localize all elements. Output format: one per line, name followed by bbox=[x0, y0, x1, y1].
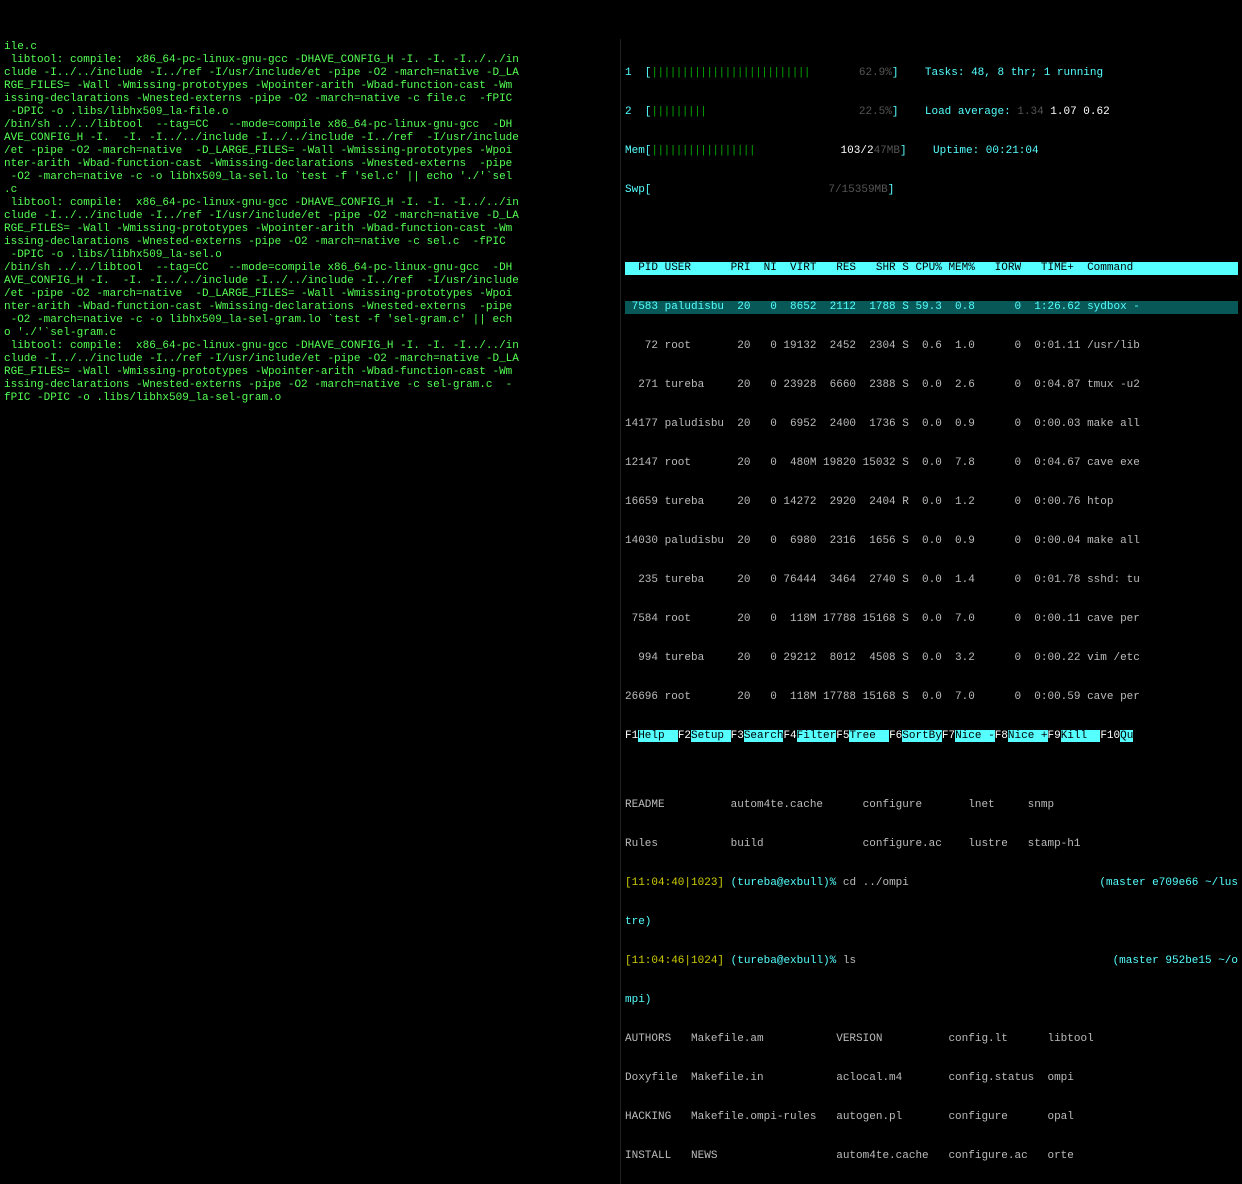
swp-close: ] bbox=[888, 184, 895, 196]
prompt-time: [11:04:40|1023] bbox=[625, 877, 724, 889]
cpu2-close: ] bbox=[892, 106, 899, 118]
prompt-user: (tureba@exbull)% bbox=[724, 955, 843, 967]
htop-row[interactable]: 14177 paludisbu 20 0 6952 2400 1736 S 0.… bbox=[625, 418, 1238, 431]
htop-pane[interactable]: 1 [|||||||||||||||||||||||||| 62.9%] Tas… bbox=[621, 39, 1242, 771]
htop-fkeys: F1Help F2Setup F3SearchF4FilterF5Tree F6… bbox=[625, 730, 1238, 743]
fkey-label[interactable]: Setup bbox=[691, 730, 731, 742]
prompt-time: [11:04:46|1024] bbox=[625, 955, 724, 967]
fkey-F6[interactable]: F6 bbox=[889, 730, 902, 742]
prompt-user: (tureba@exbull)% bbox=[724, 877, 843, 889]
fkey-F9[interactable]: F9 bbox=[1048, 730, 1061, 742]
fkey-label[interactable]: Tree bbox=[849, 730, 889, 742]
fkey-F1[interactable]: F1 bbox=[625, 730, 638, 742]
uptime-text: Uptime: 00:21:04 bbox=[933, 145, 1039, 157]
tasks-text: Tasks: 48, 8 thr; 1 running bbox=[925, 67, 1103, 79]
htop-row[interactable]: 12147 root 20 0 480M 19820 15032 S 0.0 7… bbox=[625, 457, 1238, 470]
prompt-cont: mpi) bbox=[625, 994, 1238, 1007]
fkey-label[interactable]: Kill bbox=[1061, 730, 1101, 742]
fkey-label[interactable]: Qu bbox=[1120, 730, 1133, 742]
htop-row[interactable]: 14030 paludisbu 20 0 6980 2316 1656 S 0.… bbox=[625, 535, 1238, 548]
ls-row: Doxyfile Makefile.in aclocal.m4 config.s… bbox=[625, 1072, 1238, 1085]
prompt-git: (master 952be15 ~/o bbox=[1113, 955, 1238, 968]
swp-used: 7/15359MB bbox=[828, 184, 887, 196]
htop-row[interactable]: 994 tureba 20 0 29212 8012 4508 S 0.0 3.… bbox=[625, 652, 1238, 665]
htop-row[interactable]: 7584 root 20 0 118M 17788 15168 S 0.0 7.… bbox=[625, 613, 1238, 626]
shell-pane[interactable]: README autom4te.cache configure lnet snm… bbox=[621, 771, 1242, 1184]
swp-bars bbox=[651, 184, 828, 196]
fkey-label[interactable]: SortBy bbox=[902, 730, 942, 742]
mem-label: Mem[ bbox=[625, 145, 651, 157]
fkey-label[interactable]: Search bbox=[744, 730, 784, 742]
fkey-F8[interactable]: F8 bbox=[995, 730, 1008, 742]
ls-row: INSTALL NEWS autom4te.cache configure.ac… bbox=[625, 1150, 1238, 1163]
fkey-label[interactable]: Nice + bbox=[1008, 730, 1048, 742]
mem-used: 103/2 bbox=[841, 145, 874, 157]
mem-total: 47MB bbox=[874, 145, 900, 157]
htop-row-selected[interactable]: 7583 paludisbu 20 0 8652 2112 1788 S 59.… bbox=[625, 301, 1238, 314]
htop-row[interactable]: 16659 tureba 20 0 14272 2920 2404 R 0.0 … bbox=[625, 496, 1238, 509]
prompt-cont: tre) bbox=[625, 916, 1238, 929]
compile-output: ile.c libtool: compile: x86_64-pc-linux-… bbox=[0, 39, 620, 1184]
ls-row: HACKING Makefile.ompi-rules autogen.pl c… bbox=[625, 1111, 1238, 1124]
cpu1-close: ] bbox=[892, 67, 899, 79]
ls-row: AUTHORS Makefile.am VERSION config.lt li… bbox=[625, 1033, 1238, 1046]
fkey-label[interactable]: Filter bbox=[797, 730, 837, 742]
load-v1: 1.34 bbox=[1017, 106, 1043, 118]
fkey-F10[interactable]: F10 bbox=[1100, 730, 1120, 742]
htop-row[interactable]: 72 root 20 0 19132 2452 2304 S 0.6 1.0 0… bbox=[625, 340, 1238, 353]
fkey-F5[interactable]: F5 bbox=[836, 730, 849, 742]
cpu2-label: 2 [ bbox=[625, 106, 651, 118]
fkey-label[interactable]: Nice - bbox=[955, 730, 995, 742]
mem-close: ] bbox=[900, 145, 907, 157]
fkey-F2[interactable]: F2 bbox=[678, 730, 691, 742]
cpu1-bars: |||||||||||||||||||||||||| bbox=[651, 67, 858, 79]
cpu2-pct: 22.5% bbox=[859, 106, 892, 118]
load-v2: 1.07 0.62 bbox=[1044, 106, 1110, 118]
prompt-cmd: ls bbox=[843, 955, 856, 967]
htop-row[interactable]: 235 tureba 20 0 76444 3464 2740 S 0.0 1.… bbox=[625, 574, 1238, 587]
fkey-F7[interactable]: F7 bbox=[942, 730, 955, 742]
cpu2-bars: ||||||||| bbox=[651, 106, 858, 118]
swp-label: Swp[ bbox=[625, 184, 651, 196]
fkey-F3[interactable]: F3 bbox=[731, 730, 744, 742]
prompt-git: (master e709e66 ~/lus bbox=[1099, 877, 1238, 890]
mem-bars: ||||||||||||||||| bbox=[651, 145, 840, 157]
htop-row[interactable]: 271 tureba 20 0 23928 6660 2388 S 0.0 2.… bbox=[625, 379, 1238, 392]
ls-line: README autom4te.cache configure lnet snm… bbox=[625, 799, 1238, 812]
fkey-F4[interactable]: F4 bbox=[783, 730, 796, 742]
htop-row[interactable]: 26696 root 20 0 118M 17788 15168 S 0.0 7… bbox=[625, 691, 1238, 704]
cpu1-label: 1 [ bbox=[625, 67, 651, 79]
fkey-label[interactable]: Help bbox=[638, 730, 678, 742]
ls-line: Rules build configure.ac lustre stamp-h1 bbox=[625, 838, 1238, 851]
prompt-cmd: cd ../ompi bbox=[843, 877, 909, 889]
load-label: Load average: bbox=[925, 106, 1017, 118]
htop-header[interactable]: PID USER PRI NI VIRT RES SHR S CPU% MEM%… bbox=[625, 262, 1238, 275]
cpu1-pct: 62.9% bbox=[859, 67, 892, 79]
